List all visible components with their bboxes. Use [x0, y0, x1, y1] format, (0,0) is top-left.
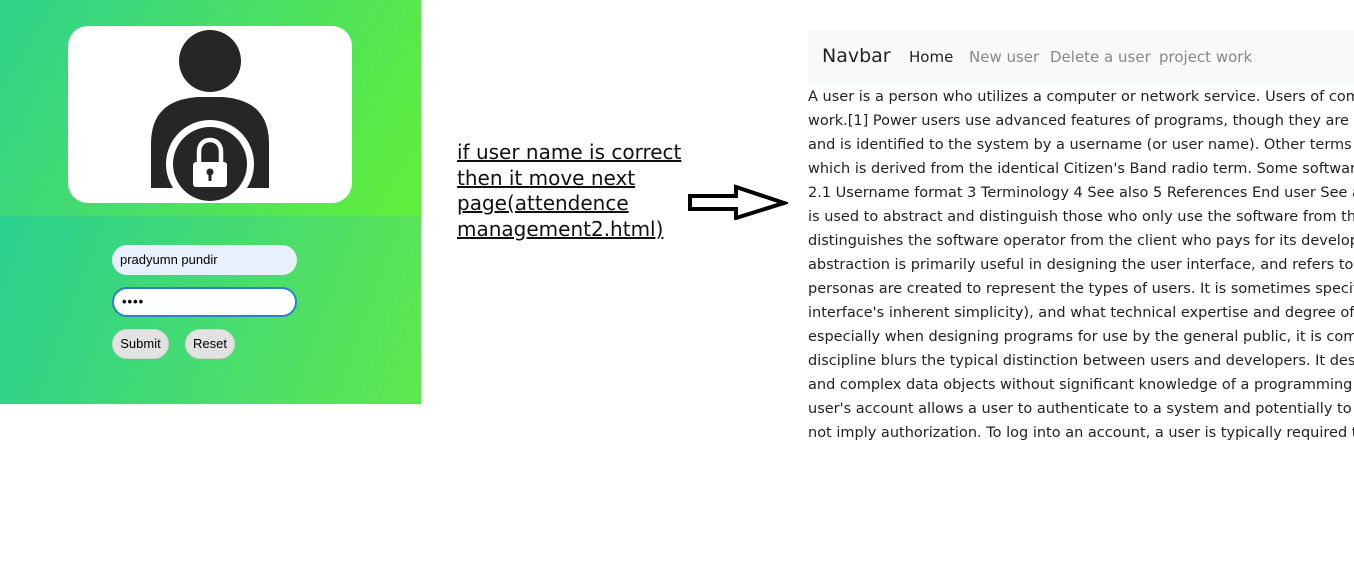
login-panel: pradyumn pundir •••• Submit Reset [0, 0, 421, 404]
nav-link-project-work[interactable]: project work [1159, 48, 1252, 66]
article-line: not imply authorization. To log into an … [808, 425, 1354, 441]
note-line: management2.html) [457, 216, 664, 241]
article-line: A user is a person who utilizes a comput… [808, 89, 1354, 105]
right-arrow-icon [688, 184, 788, 220]
article-line: is used to abstract and distinguish thos… [808, 209, 1354, 225]
submit-button[interactable]: Submit [112, 329, 169, 359]
note-line: if user name is correct [457, 140, 682, 164]
navbar: Navbar Home New user Delete a user proje… [808, 30, 1354, 84]
article-line: distinguishes the software operator from… [808, 233, 1354, 249]
article-line: interface's inherent simplicity), and wh… [808, 305, 1354, 321]
avatar-card [68, 26, 352, 203]
article-line: discipline blurs the typical distinction… [808, 353, 1354, 369]
nav-link-new-user[interactable]: New user [969, 48, 1039, 66]
article-text: A user is a person who utilizes a comput… [808, 85, 1354, 445]
article-line: 2.1 Username format 3 Terminology 4 See … [808, 185, 1354, 201]
article-line: personas are created to represent the ty… [808, 281, 1354, 297]
login-header [0, 0, 421, 216]
article-line: abstraction is primarily useful in desig… [808, 257, 1354, 273]
article-line: which is derived from the identical Citi… [808, 161, 1354, 177]
note-line: then it move next [457, 165, 636, 190]
article-line: user's account allows a user to authenti… [808, 401, 1354, 417]
article-line: work.[1] Power users use advanced featur… [808, 113, 1354, 129]
navbar-brand[interactable]: Navbar [822, 45, 891, 67]
article-line: and is identified to the system by a use… [808, 137, 1354, 153]
password-input[interactable]: •••• [112, 287, 297, 317]
reset-button[interactable]: Reset [185, 329, 235, 359]
nav-link-home[interactable]: Home [909, 48, 953, 66]
nav-link-delete-user[interactable]: Delete a user [1050, 48, 1151, 66]
username-input[interactable]: pradyumn pundir [112, 245, 297, 275]
next-page-preview: Navbar Home New user Delete a user proje… [808, 30, 1354, 453]
user-lock-icon [151, 30, 269, 203]
article-line: and complex data objects without signifi… [808, 377, 1354, 393]
note-line: page(attendence [457, 191, 629, 215]
annotation-note: if user name is correct then it move nex… [457, 140, 682, 242]
article-line: especially when designing programs for u… [808, 329, 1354, 345]
